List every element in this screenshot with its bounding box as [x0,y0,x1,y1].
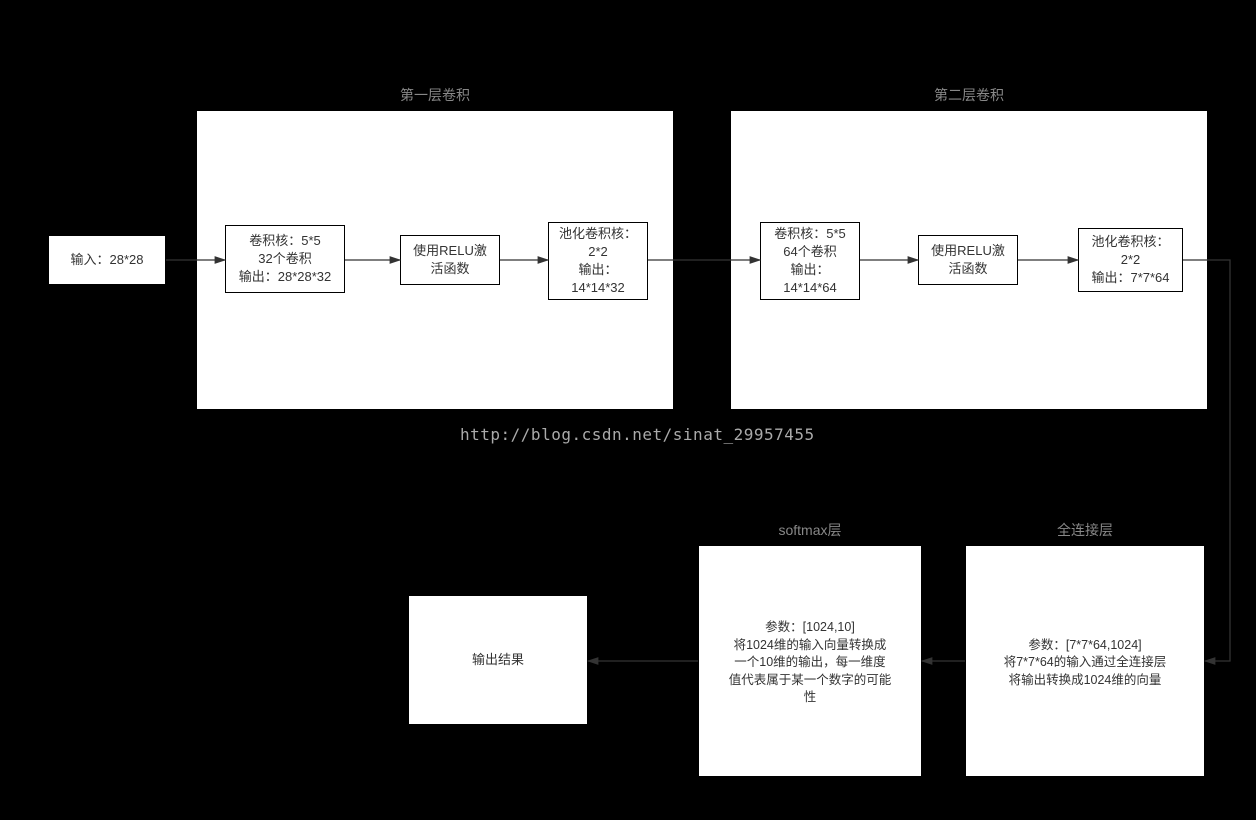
arrows-svg [0,0,1256,820]
diagram-canvas: 第一层卷积 第二层卷积 输入：28*28 卷积核：5*5 32个卷积 输出：28… [0,0,1256,820]
